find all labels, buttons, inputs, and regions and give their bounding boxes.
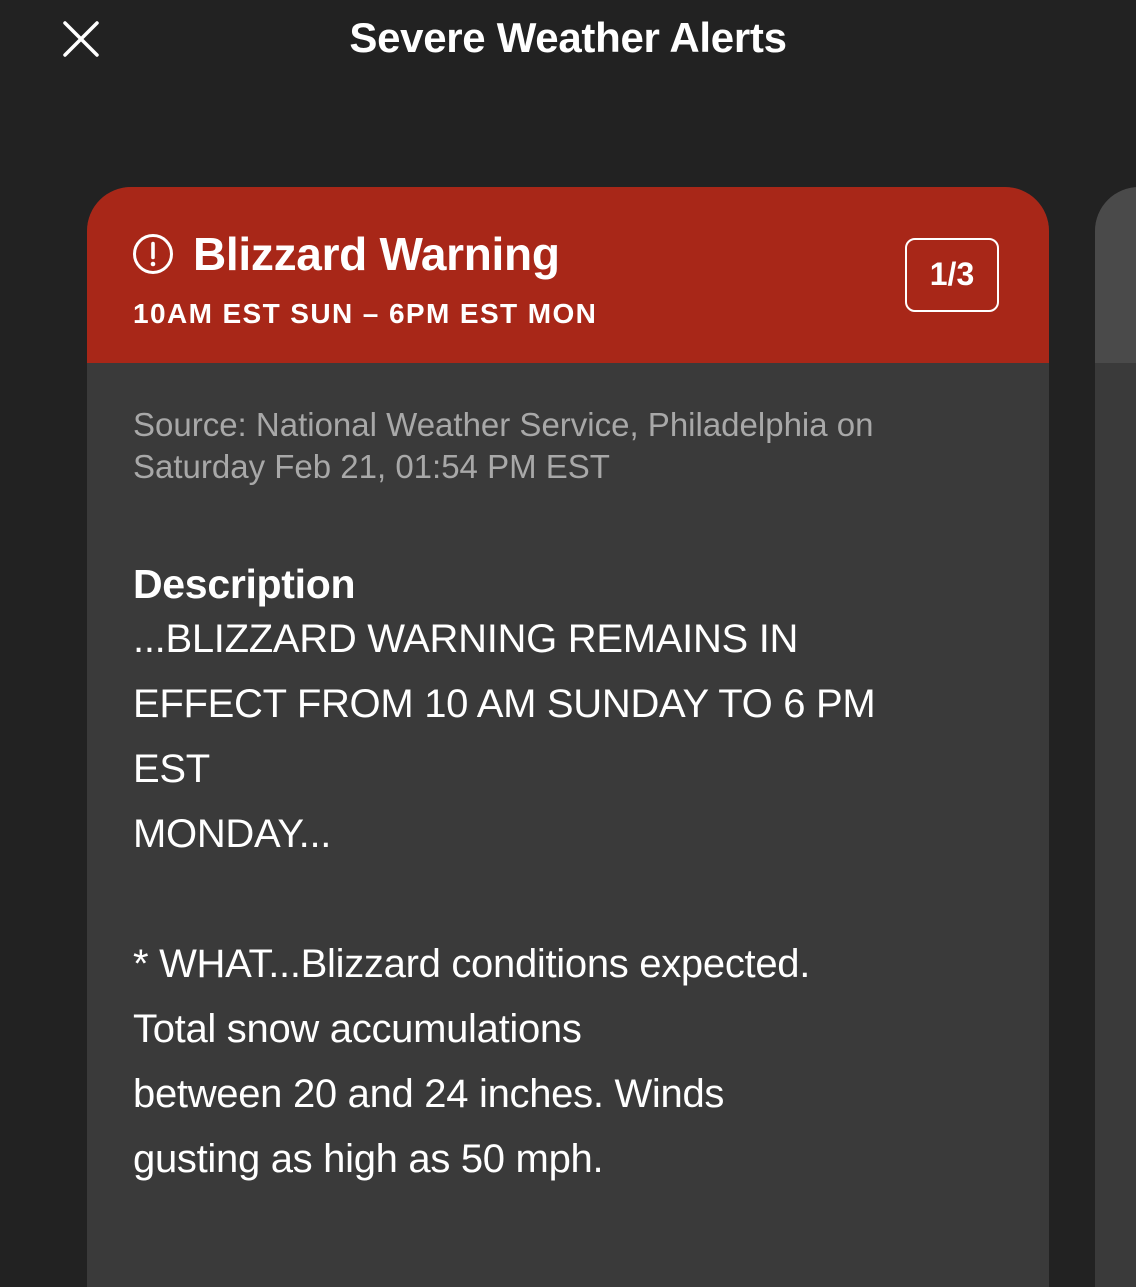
alert-circle-icon: [132, 233, 174, 275]
alert-pager-badge[interactable]: 1/3: [905, 238, 999, 312]
top-bar: Severe Weather Alerts: [0, 0, 1136, 80]
page-title: Severe Weather Alerts: [349, 14, 787, 61]
description-heading: Description: [133, 561, 356, 607]
description-text: ...BLIZZARD WARNING REMAINS IN EFFECT FR…: [133, 617, 876, 1181]
alert-header: Blizzard Warning 10AM EST SUN – 6PM EST …: [87, 187, 1049, 363]
alert-title: Blizzard Warning: [193, 228, 560, 280]
alert-card[interactable]: Blizzard Warning 10AM EST SUN – 6PM EST …: [87, 187, 1049, 1287]
next-alert-header: [1095, 187, 1136, 363]
alert-source: Source: National Weather Service, Philad…: [133, 406, 874, 485]
alert-time-range: 10AM EST SUN – 6PM EST MON: [133, 298, 598, 329]
next-alert-card-peek[interactable]: [1095, 187, 1136, 1287]
